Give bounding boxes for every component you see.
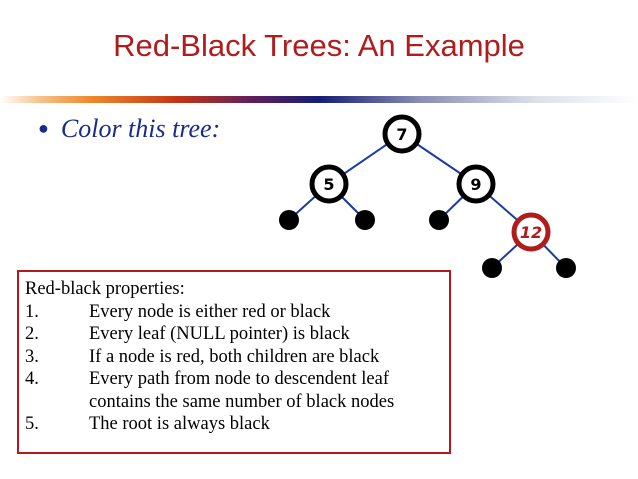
- property-number: 2.: [25, 324, 39, 344]
- property-item: contains the same number of black nodes: [25, 391, 441, 414]
- node-7: 7: [382, 114, 422, 154]
- property-text: The root is always black: [89, 414, 270, 434]
- leaf-5-left-nil: [279, 210, 299, 230]
- property-item: 5. The root is always black: [25, 413, 441, 436]
- property-number: 4.: [25, 369, 39, 389]
- properties-heading: Red-black properties:: [25, 279, 185, 299]
- node-label: 12: [520, 223, 542, 242]
- properties-box: Red-black properties: 1. Every node is ei…: [17, 270, 451, 454]
- property-text: If a node is red, both children are blac…: [89, 346, 380, 367]
- property-number: [25, 391, 89, 414]
- property-number: 5.: [25, 414, 39, 434]
- node-label: 5: [323, 175, 334, 194]
- property-item: 4. Every path from node to descendent lea…: [25, 368, 441, 391]
- property-item: 2. Every leaf (NULL pointer) is black: [25, 323, 441, 346]
- node-label: 7: [396, 125, 407, 144]
- properties-list: 1. Every node is either red or black 2. Eve…: [25, 301, 441, 436]
- node-9: 9: [456, 164, 496, 204]
- leaf-12-left-nil: [482, 258, 502, 278]
- leaf-5-right-nil: [355, 210, 375, 230]
- leaf-12-right-nil: [556, 258, 576, 278]
- property-item: 3. If a node is red, both children are bl…: [25, 346, 441, 369]
- property-number: 1.: [25, 301, 39, 322]
- property-text: Every path from node to descendent leaf: [89, 369, 389, 389]
- node-label: 9: [470, 175, 481, 194]
- node-5: 5: [309, 164, 349, 204]
- property-text: Every node is either red or black: [89, 301, 331, 322]
- property-text: contains the same number of black nodes: [89, 391, 395, 412]
- property-text: Every leaf (NULL pointer) is black: [89, 324, 350, 344]
- property-number: 3.: [25, 346, 39, 367]
- property-item: 1. Every node is either red or black: [25, 301, 441, 324]
- leaf-9-left-nil: [429, 210, 449, 230]
- node-12: 12: [511, 212, 551, 252]
